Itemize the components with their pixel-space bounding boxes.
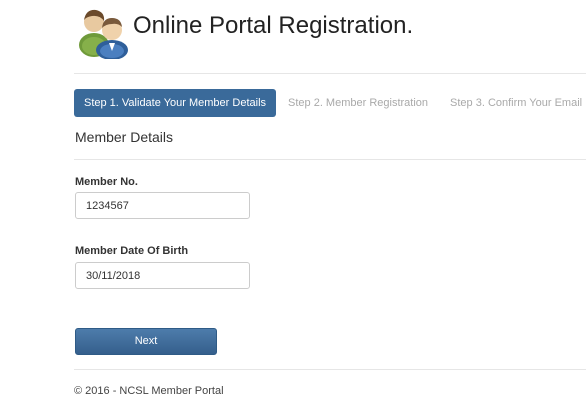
wizard-steps: Step 1. Validate Your Member Details Ste…	[74, 89, 586, 117]
registration-page: Online Portal Registration. Step 1. Vali…	[0, 0, 586, 402]
step-validate-details[interactable]: Step 1. Validate Your Member Details	[74, 89, 277, 117]
users-icon	[76, 5, 132, 60]
next-button[interactable]: Next	[75, 328, 217, 355]
step-member-registration[interactable]: Step 2. Member Registration	[277, 89, 439, 117]
member-no-label: Member No.	[75, 176, 138, 188]
section-divider	[74, 159, 586, 160]
member-dob-label: Member Date Of Birth	[75, 245, 189, 257]
section-title: Member Details	[75, 129, 174, 145]
member-dob-input[interactable]	[75, 262, 250, 289]
footer-divider	[74, 369, 586, 370]
page-title: Online Portal Registration.	[133, 12, 414, 39]
member-no-input[interactable]	[75, 192, 250, 219]
step-confirm-email[interactable]: Step 3. Confirm Your Email	[439, 89, 586, 117]
footer-copyright: © 2016 - NCSL Member Portal	[74, 385, 224, 397]
header-divider	[74, 73, 586, 74]
